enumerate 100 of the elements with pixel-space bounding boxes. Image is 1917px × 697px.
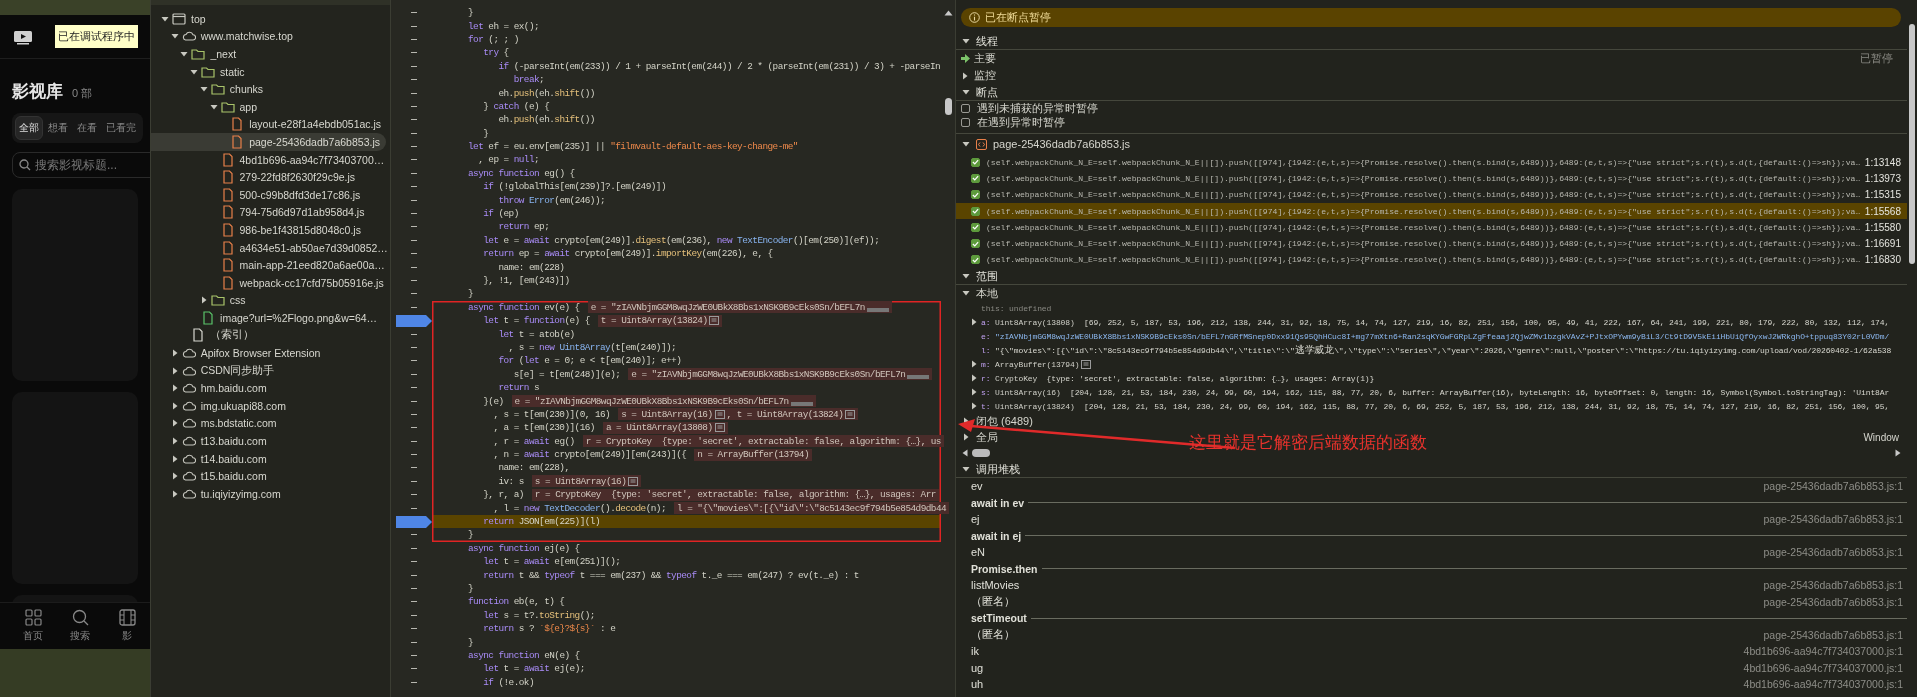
- tree-item[interactable]: （索引）: [151, 326, 386, 345]
- filter-tab[interactable]: 全部: [15, 116, 43, 140]
- tree-item[interactable]: www.matchwise.top: [151, 27, 386, 46]
- breakpoint-row[interactable]: (self.webpackChunk_N_E=self.webpackChunk_N_E||[]).push([[974],{1942:(e,t,s)=>{Promise.resolve().then(s.bind(s,6489))},6489:(e,t,s)=>{"use strict";s.r(t),s.d(t,{default:()=>sh});va… 1:13148: [956, 154, 1907, 171]
- scrollbar-thumb[interactable]: [972, 449, 990, 458]
- scope-variable[interactable]: m: ArrayBuffer(13794): [956, 357, 1907, 372]
- checkbox-label[interactable]: 遇到未捕获的异常时暂停: [977, 100, 1098, 116]
- tree-item[interactable]: layout-e28f1a4ebdb051ac.js: [151, 115, 386, 134]
- checkbox[interactable]: [961, 103, 970, 113]
- breakpoint-row[interactable]: (self.webpackChunk_N_E=self.webpackChunk_N_E||[]).push([[974],{1942:(e,t,s)=>{Promise.resolve().then(s.bind(s,6489))},6489:(e,t,s)=>{"use strict";s.r(t),s.d(t,{default:()=>sh});va… 1:15580: [956, 219, 1907, 236]
- code-text: , n = await crypto[em(249)][em(243)]({: [492, 449, 687, 461]
- tree-item[interactable]: css: [151, 291, 386, 310]
- breakpoint-row[interactable]: (self.webpackChunk_N_E=self.webpackChunk_N_E||[]).push([[974],{1942:(e,t,s)=>{Promise.resolve().then(s.bind(s,6489))},6489:(e,t,s)=>{"use strict";s.r(t),s.d(t,{default:()=>sh});va… 1:16691: [956, 235, 1907, 252]
- scope-group[interactable]: 闭包 (6489): [976, 413, 1033, 429]
- folder-icon: [201, 64, 216, 79]
- scope-variable[interactable]: this: undefined: [956, 301, 1907, 316]
- scrollbar-thumb[interactable]: [1909, 24, 1915, 264]
- tree-item[interactable]: webpack-cc17cfd75b05916e.js: [151, 273, 386, 292]
- code-text: return t && typeof t === em(237) && typeof t._e === em(247) ? ev(t._e) : t: [482, 569, 859, 581]
- tree-item[interactable]: image?url=%2Flogo.png&w=64…: [151, 309, 386, 327]
- folder-icon: [191, 47, 206, 61]
- call-frame[interactable]: uh 4bd1b696-aa94c7f734037000.js:1: [956, 676, 1907, 693]
- tree-item[interactable]: chunks: [151, 80, 386, 98]
- call-frame[interactable]: ik 4bd1b696-aa94c7f734037000.js:1: [956, 643, 1907, 660]
- nav-item[interactable]: 影: [106, 603, 148, 649]
- checkbox[interactable]: [971, 157, 980, 167]
- checkbox[interactable]: [971, 239, 980, 249]
- call-frame[interactable]: eN page-25436dadb7a6b853.js:1: [956, 544, 1907, 561]
- code-text: function eb(e, t) {: [468, 596, 565, 608]
- thread-row[interactable]: 监控: [956, 67, 1907, 84]
- code-text: let ef = eu.env[em(235)] || "filmvault-default-aes-key-change-me": [468, 141, 798, 153]
- call-frame[interactable]: ev page-25436dadb7a6b853.js:1: [956, 478, 1907, 495]
- tree-item[interactable]: 279-22fd8f2630f29c9e.js: [151, 168, 386, 186]
- filter-tab[interactable]: 在看: [73, 116, 101, 140]
- file-icon: [191, 328, 206, 343]
- tree-item[interactable]: ms.bdstatic.com: [151, 414, 386, 433]
- code-text: for (; ; ): [468, 33, 519, 45]
- tree-item[interactable]: 986-be1f43815d8048c0.js: [151, 221, 386, 239]
- call-frame[interactable]: （匿名） page-25436dadb7a6b853.js:1: [956, 626, 1907, 644]
- call-frame[interactable]: listMovies page-25436dadb7a6b853.js:1: [956, 577, 1907, 594]
- checkbox-label[interactable]: 在遇到异常时暂停: [977, 115, 1065, 131]
- inline-value: s = Uint8Array(16): [534, 475, 627, 487]
- tree-item[interactable]: top: [151, 10, 386, 28]
- scope-variable[interactable]: t: Uint8Array(13824) [204, 128, 21, 53, 184, 230, 24, 99, 60, 194, 162, 115, 88, 77, 20, 6, 69, 252, 5, 187, 53, 196, 212, 138, 244, 31, 92, 18, 75, 14, 74, 127, 219, 16, 82, 251, 156, 100, 95,: [956, 399, 1907, 414]
- breakpoint-file[interactable]: page-25436dadb7a6b853.js: [956, 133, 1907, 154]
- section-header[interactable]: 断点: [956, 84, 1907, 101]
- tree-item[interactable]: t15.baidu.com: [151, 467, 386, 486]
- code-text: }: [468, 583, 474, 594]
- code-text: }: [468, 288, 474, 300]
- checkbox[interactable]: [961, 118, 970, 128]
- tree-item[interactable]: main-app-21eed820a6ae00a…: [151, 256, 386, 274]
- nav-item[interactable]: 首页: [12, 603, 54, 649]
- thread-row[interactable]: 主要 已暂停: [956, 50, 1907, 67]
- code-text: }, r, a): [482, 489, 524, 501]
- checkbox[interactable]: [971, 190, 980, 200]
- tree-item[interactable]: static: [151, 62, 386, 81]
- checkbox[interactable]: [971, 173, 980, 183]
- scrollbar-thumb[interactable]: [944, 98, 952, 115]
- call-frame[interactable]: ug 4bd1b696-aa94c7f734037000.js:1: [956, 659, 1907, 677]
- tree-item[interactable]: img.ukuapi88.com: [151, 397, 386, 415]
- tree-item[interactable]: hm.baidu.com: [151, 379, 386, 398]
- tree-item[interactable]: t14.baidu.com: [151, 449, 386, 468]
- info-icon: [969, 12, 980, 23]
- file-icon: [201, 310, 216, 325]
- tree-item[interactable]: app: [151, 97, 386, 116]
- filter-tab[interactable]: 已看完: [102, 116, 140, 140]
- breakpoint-row[interactable]: (self.webpackChunk_N_E=self.webpackChunk_N_E||[]).push([[974],{1942:(e,t,s)=>{Promise.resolve().then(s.bind(s,6489))},6489:(e,t,s)=>{"use strict";s.r(t),s.d(t,{default:()=>sh});va… 1:15568: [956, 202, 1907, 220]
- call-frame[interactable]: ej page-25436dadb7a6b853.js:1: [956, 511, 1907, 528]
- scope-group[interactable]: 本地: [976, 285, 998, 301]
- scope-variable[interactable]: s: Uint8Array(16) [204, 128, 21, 53, 184, 230, 24, 99, 60, 194, 162, 115, 88, 77, 20, 6, buffer: ArrayBuffer(16), byteLength: 16, byteOffset: 0, length: 16, Symbol(Symbol.toStringTag): 'Uint8Ar: [956, 385, 1907, 400]
- breakpoint-row[interactable]: (self.webpackChunk_N_E=self.webpackChunk_N_E||[]).push([[974],{1942:(e,t,s)=>{Promise.resolve().then(s.bind(s,6489))},6489:(e,t,s)=>{"use strict";s.r(t),s.d(t,{default:()=>sh});va… 1:13973: [956, 170, 1907, 187]
- tree-item[interactable]: page-25436dadb7a6b853.js: [151, 133, 386, 151]
- search-field[interactable]: 搜索影视标题...: [12, 152, 150, 178]
- breakpoint-row[interactable]: (self.webpackChunk_N_E=self.webpackChunk_N_E||[]).push([[974],{1942:(e,t,s)=>{Promise.resolve().then(s.bind(s,6489))},6489:(e,t,s)=>{"use strict";s.r(t),s.d(t,{default:()=>sh});va… 1:15315: [956, 186, 1907, 203]
- scope-variable[interactable]: a: Uint8Array(13808) [69, 252, 5, 187, 53, 196, 212, 138, 244, 31, 92, 18, 75, 14, 74, 127, 219, 16, 82, 251, 156, 100, 95, 49, 41, 222, 167, 64, 241, 199, 221, 80, 179, 222, 80, 132, 112, 174,: [956, 315, 1907, 330]
- tree-item[interactable]: 4bd1b696-aa94c7f73403700…: [151, 150, 386, 169]
- scope-variable[interactable]: r: CryptoKey {type: 'secret', extractable: false, algorithm: {…}, usages: Array(1)}: [956, 371, 1907, 386]
- call-frame[interactable]: （匿名） page-25436dadb7a6b853.js:1: [956, 593, 1907, 611]
- checkbox[interactable]: [971, 255, 980, 265]
- scope-variable[interactable]: e: "zIAVNbjmGGM8wqJzWE0UBkX8Bbs1xNSK9B9cEks0Sn/bEFL7nGRfMSnep0Dxx91Qs95QhHCuc8I+mg77mXtn6+Ran2sqKYGwFGRpLZgFfeaaj2QjwZMv1bzgkVAvZ+PJtxOPYwm9yBiL3/Ct9tD9V5kEiiHbUiQfOyxwJ2WRkghO+tppuq83Y02rL0VDm/: [956, 329, 1907, 344]
- tree-item[interactable]: tu.iqiyizyimg.com: [151, 485, 386, 503]
- tree-item[interactable]: 794-75d6d97d1ab958d4.js: [151, 203, 386, 222]
- tree-item[interactable]: t13.baidu.com: [151, 432, 386, 450]
- filter-tab[interactable]: 想看: [44, 116, 72, 140]
- section-header[interactable]: 线程: [956, 33, 1907, 50]
- tree-item[interactable]: 500-c99b8dfd3de17c86.js: [151, 185, 386, 204]
- scope-variable[interactable]: l: "{\"movies\":[{\"id\":\"8c5143ec9f794b5e854d9db44\",\"title\":\"逃学威龙\",\"type\":\"series\",\"year\":2026,\"genre\":null,\"poster\":\"https://tu.iqiyizyimg.com/upload/vod/20260402-1/62a538: [956, 343, 1907, 358]
- tree-item[interactable]: Apifox Browser Extension: [151, 344, 386, 362]
- section-header[interactable]: 调用堆栈: [956, 461, 1907, 479]
- tree-item[interactable]: _next: [151, 45, 386, 63]
- cloud-icon: [181, 29, 196, 44]
- checkbox[interactable]: [971, 222, 980, 232]
- checkbox[interactable]: [971, 206, 980, 216]
- tree-item[interactable]: a4634e51-ab50ae7d39d0852…: [151, 238, 386, 257]
- breakpoint-row[interactable]: (self.webpackChunk_N_E=self.webpackChunk_N_E||[]).push([[974],{1942:(e,t,s)=>{Promise.resolve().then(s.bind(s,6489))},6489:(e,t,s)=>{"use strict";s.r(t),s.d(t,{default:()=>sh});va… 1:16830: [956, 251, 1907, 269]
- section-header[interactable]: 范围: [956, 268, 1907, 286]
- paused-banner: 已在断点暂停: [961, 8, 1901, 27]
- scope-group[interactable]: 全局: [976, 429, 998, 445]
- tree-item[interactable]: CSDN同步助手: [151, 361, 386, 380]
- nav-item[interactable]: 搜索: [59, 603, 101, 649]
